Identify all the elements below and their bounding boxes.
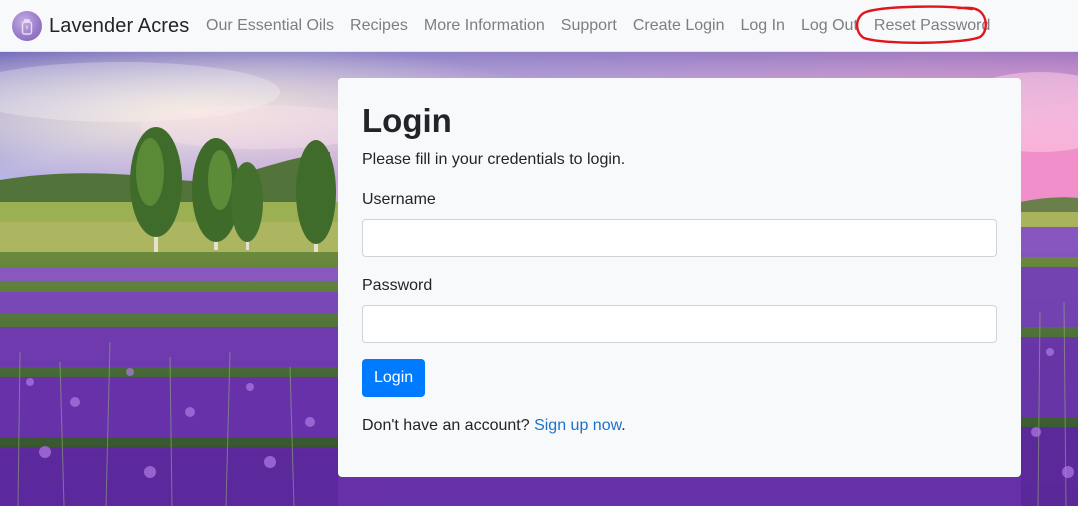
login-title: Login xyxy=(362,102,452,139)
brand-name: Lavender Acres xyxy=(49,14,190,37)
signup-link[interactable]: Sign up now xyxy=(534,417,621,434)
nav-more-information[interactable]: More Information xyxy=(416,17,553,35)
brand-link[interactable]: Lavender Acres xyxy=(12,10,189,42)
nav-support[interactable]: Support xyxy=(553,17,625,35)
nav-our-essential-oils[interactable]: Our Essential Oils xyxy=(198,17,342,35)
signup-suffix: . xyxy=(621,417,626,434)
username-label: Username xyxy=(362,191,436,208)
nav-log-in[interactable]: Log In xyxy=(732,17,792,35)
top-navbar: Lavender Acres Our Essential Oils Recipe… xyxy=(0,0,1078,52)
login-instructions: Please fill in your credentials to login… xyxy=(362,151,626,168)
password-input[interactable] xyxy=(362,305,997,343)
signup-prompt-line: Don't have an account? Sign up now. xyxy=(362,416,626,436)
nav-create-login[interactable]: Create Login xyxy=(625,17,733,35)
nav-recipes[interactable]: Recipes xyxy=(342,17,416,35)
nav-reset-password[interactable]: Reset Password xyxy=(866,17,999,35)
username-input[interactable] xyxy=(362,219,997,257)
lavender-bottle-logo-icon xyxy=(12,11,42,41)
nav-log-out[interactable]: Log Out xyxy=(793,17,866,35)
nav-menu: Our Essential Oils Recipes More Informat… xyxy=(198,0,998,52)
signup-prompt-text: Don't have an account? xyxy=(362,417,530,434)
password-label: Password xyxy=(362,277,433,294)
login-card: Login Please fill in your credentials to… xyxy=(338,78,1021,477)
login-submit-button[interactable]: Login xyxy=(362,359,426,397)
